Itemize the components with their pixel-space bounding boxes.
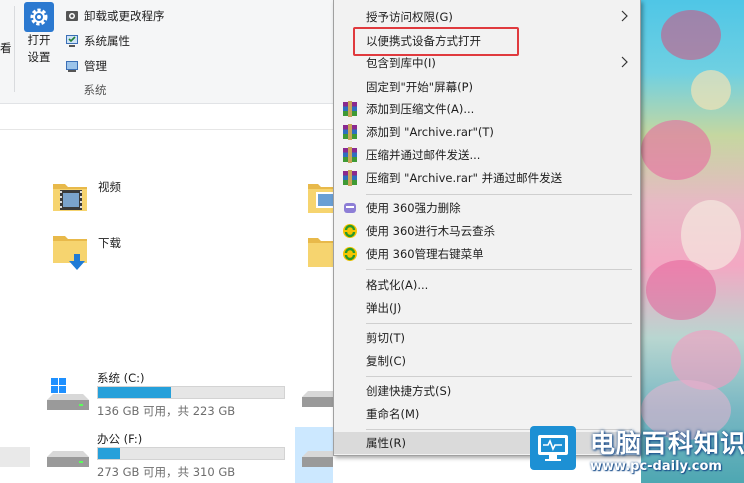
pictures-folder-icon: [308, 178, 333, 221]
drive-f-name: 办公 (F:): [97, 432, 143, 446]
drive-f-size: 273 GB 可用，共 310 GB: [97, 465, 236, 479]
menu-item-format-label: 格式化(A)...: [366, 278, 429, 292]
drive-f-usage-fill: [98, 448, 121, 459]
windows-drive-icon: [45, 376, 89, 415]
manage-icon: [64, 58, 79, 73]
menu-item-360-force-delete[interactable]: 使用 360强力删除: [334, 197, 640, 219]
system-properties-button[interactable]: 系统属性: [64, 28, 165, 53]
video-folder-icon: [50, 176, 90, 219]
drive-icon: [300, 385, 333, 414]
partial-drive-tile: [0, 447, 30, 467]
shredder-360-icon: [342, 200, 358, 216]
menu-item-compress-to-rar-and-email-label: 压缩到 "Archive.rar" 并通过邮件发送: [366, 171, 563, 185]
folder-downloads[interactable]: 下载: [50, 232, 121, 275]
drive-icon: [300, 445, 333, 474]
menu-item-pin-to-start-label: 固定到"开始"屏幕(P): [366, 80, 473, 94]
menu-item-copy[interactable]: 复制(C): [334, 350, 640, 372]
menu-item-compress-to-rar-and-email[interactable]: 压缩到 "Archive.rar" 并通过邮件发送: [334, 167, 640, 189]
system-properties-label: 系统属性: [84, 33, 130, 48]
menu-item-360-manage-context-menu-label: 使用 360管理右键菜单: [366, 247, 484, 261]
menu-item-add-to-archive[interactable]: 添加到压缩文件(A)...: [334, 98, 640, 120]
address-band: [0, 105, 333, 130]
drive-f-usage-bar: [97, 447, 285, 460]
menu-item-create-shortcut[interactable]: 创建快捷方式(S): [334, 380, 640, 402]
uninstall-program-button[interactable]: 卸载或更改程序: [64, 3, 165, 28]
menu-item-create-shortcut-label: 创建快捷方式(S): [366, 384, 452, 398]
drive-c-usage-fill: [98, 387, 171, 398]
menu-item-add-to-archive-rar[interactable]: 添加到 "Archive.rar"(T): [334, 121, 640, 143]
menu-item-add-to-archive-label: 添加到压缩文件(A)...: [366, 102, 475, 116]
uninstall-icon: [64, 8, 79, 23]
watermark-url: www.pc-daily.com: [590, 459, 722, 474]
ribbon-group-label: 系统: [83, 83, 107, 97]
menu-separator: [366, 194, 632, 195]
menu-item-360-trojan-scan[interactable]: 使用 360进行木马云查杀: [334, 220, 640, 242]
menu-item-compress-and-email[interactable]: 压缩并通过邮件发送...: [334, 144, 640, 166]
chevron-right-icon: [620, 10, 628, 25]
menu-item-360-manage-context-menu[interactable]: 使用 360管理右键菜单: [334, 243, 640, 265]
menu-item-grant-access-label: 授予访问权限(G): [366, 10, 453, 24]
ribbon-partial-label: 看: [0, 41, 12, 55]
menu-item-360-trojan-scan-label: 使用 360进行木马云查杀: [366, 224, 496, 238]
manage-button[interactable]: 管理: [64, 53, 165, 78]
watermark-title: 电脑百科知识: [590, 429, 744, 458]
ribbon-divider: [14, 6, 15, 92]
menu-item-add-to-archive-rar-label: 添加到 "Archive.rar"(T): [366, 125, 494, 139]
uninstall-program-label: 卸载或更改程序: [84, 8, 165, 23]
menu-item-properties-label: 属性(R): [366, 436, 406, 450]
menu-item-grant-access[interactable]: 授予访问权限(G): [334, 6, 640, 28]
menu-separator: [366, 269, 632, 270]
manage-label: 管理: [84, 58, 107, 73]
menu-item-rename[interactable]: 重命名(M): [334, 403, 640, 425]
menu-item-rename-label: 重命名(M): [366, 407, 420, 421]
menu-item-format[interactable]: 格式化(A)...: [334, 274, 640, 296]
menu-item-include-in-library-label: 包含到库中(I): [366, 56, 436, 70]
drive-c[interactable]: 系统 (C:) 136 GB 可用，共 223 GB: [45, 370, 295, 420]
drive-c-size: 136 GB 可用，共 223 GB: [97, 404, 236, 418]
winrar-icon: [342, 147, 358, 163]
drive-c-name: 系统 (C:): [97, 371, 145, 385]
menu-separator: [366, 323, 632, 324]
folder-icon: [308, 232, 333, 275]
winrar-icon: [342, 101, 358, 117]
drive-c-usage-bar: [97, 386, 285, 399]
highlight-box: [353, 27, 519, 56]
download-folder-icon: [50, 232, 90, 275]
ribbon: 看 打开 设置 卸载或更改程序 系统属性 管理 系统: [0, 0, 333, 104]
winrar-icon: [342, 170, 358, 186]
chevron-right-icon: [620, 56, 628, 71]
folder-videos-label: 视频: [98, 179, 121, 194]
antivirus-360-icon: [342, 246, 358, 262]
winrar-icon: [342, 124, 358, 140]
menu-item-cut[interactable]: 剪切(T): [334, 327, 640, 349]
folder-videos[interactable]: 视频: [50, 176, 121, 219]
drive-f[interactable]: 办公 (F:) 273 GB 可用，共 310 GB: [45, 431, 295, 481]
menu-item-eject-label: 弹出(J): [366, 301, 402, 315]
open-settings-label-2: 设置: [27, 50, 51, 64]
menu-item-360-force-delete-label: 使用 360强力删除: [366, 201, 461, 215]
menu-item-pin-to-start[interactable]: 固定到"开始"屏幕(P): [334, 76, 640, 98]
desktop-wallpaper: [641, 0, 744, 483]
menu-item-compress-and-email-label: 压缩并通过邮件发送...: [366, 148, 481, 162]
gear-icon: [24, 2, 54, 32]
open-settings-label-1: 打开: [27, 33, 51, 47]
folder-downloads-label: 下载: [98, 235, 121, 250]
menu-item-cut-label: 剪切(T): [366, 331, 405, 345]
antivirus-360-icon: [342, 223, 358, 239]
system-properties-icon: [64, 33, 79, 48]
menu-item-eject[interactable]: 弹出(J): [334, 297, 640, 319]
open-settings-button[interactable]: 打开 设置: [22, 2, 56, 72]
menu-item-copy-label: 复制(C): [366, 354, 407, 368]
menu-separator: [366, 376, 632, 377]
monitor-logo-icon: [530, 426, 576, 470]
context-menu: 授予访问权限(G) 以便携式设备方式打开 包含到库中(I) 固定到"开始"屏幕(…: [333, 0, 641, 456]
drive-icon: [45, 445, 89, 474]
